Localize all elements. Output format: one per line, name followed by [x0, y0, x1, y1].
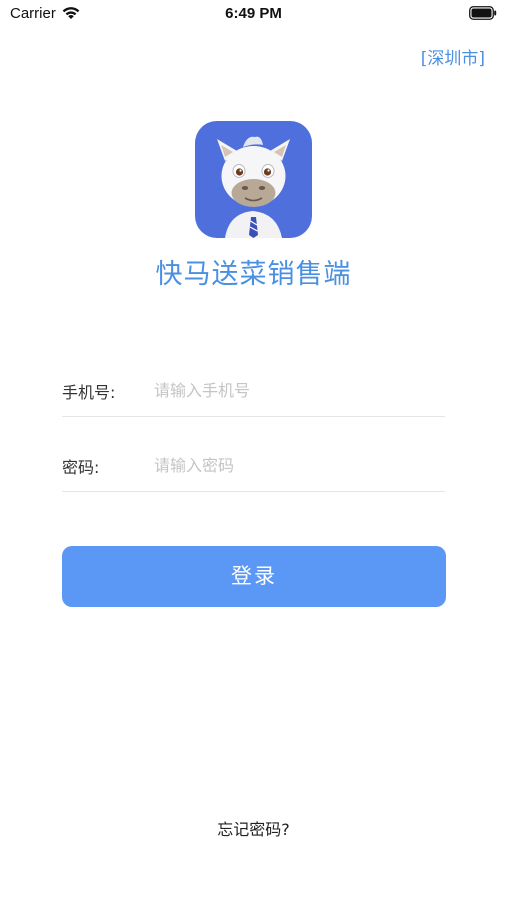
status-bar: Carrier 6:49 PM: [0, 0, 507, 28]
login-button[interactable]: 登录: [62, 546, 446, 607]
app-logo: [195, 121, 312, 238]
horse-mascot-icon: [217, 136, 290, 238]
phone-label: 手机号:: [62, 383, 116, 402]
password-label: 密码:: [62, 458, 100, 477]
phone-field-row: 手机号:: [62, 366, 445, 417]
phone-input[interactable]: [154, 376, 434, 404]
app-title: 快马送菜销售端: [155, 259, 352, 290]
status-time: 6:49 PM: [225, 5, 282, 22]
password-input[interactable]: [154, 451, 434, 479]
password-field-row: 密码:: [62, 441, 445, 492]
battery-icon: [469, 6, 497, 20]
forgot-password-link[interactable]: 忘记密码?: [0, 816, 507, 840]
city-selector[interactable]: [深圳市]: [421, 44, 485, 69]
